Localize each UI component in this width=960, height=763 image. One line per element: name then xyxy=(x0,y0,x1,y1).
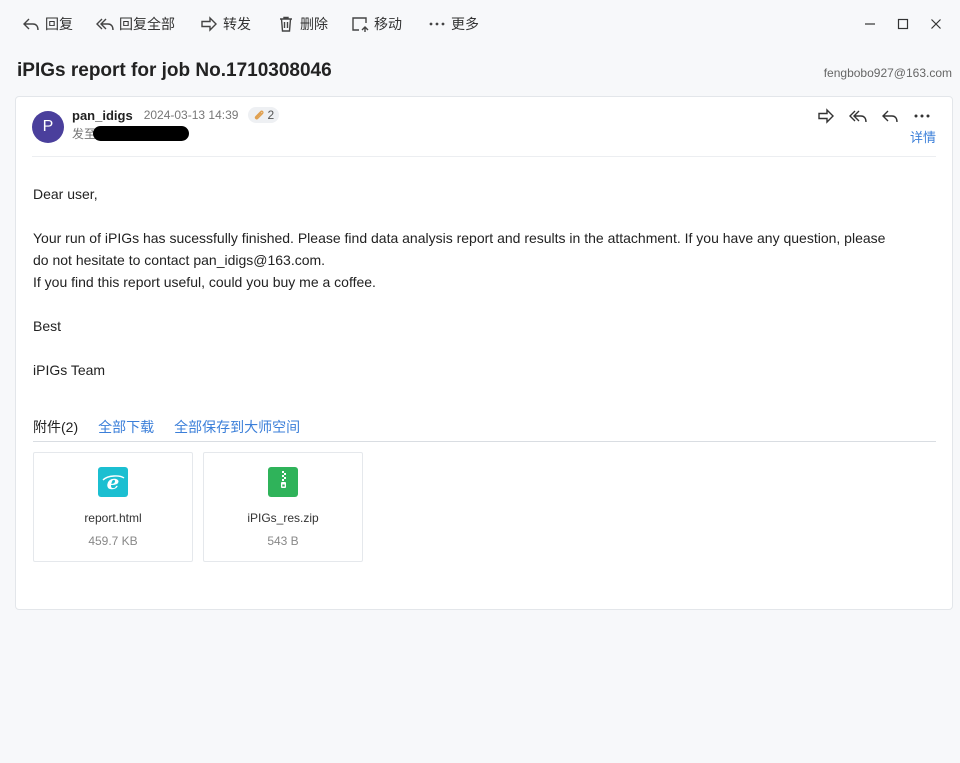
delete-button[interactable]: 删除 xyxy=(277,9,328,39)
attachment-size: 543 B xyxy=(267,534,299,548)
header-divider xyxy=(32,156,936,157)
more-dots-icon xyxy=(914,114,930,118)
move-button[interactable]: 移动 xyxy=(351,9,402,39)
reply-all-button[interactable]: 回复全部 xyxy=(96,9,175,39)
body-closing: Best xyxy=(33,318,62,334)
card-more-button[interactable] xyxy=(906,105,938,127)
reply-icon xyxy=(882,110,898,123)
card-actions xyxy=(810,105,938,127)
card-reply-all-button[interactable] xyxy=(842,105,874,127)
toolbar: 回复 回复全部 转发 删除 移动 更多 xyxy=(0,0,960,48)
trash-icon xyxy=(280,16,292,32)
forward-button[interactable]: 转发 xyxy=(200,9,251,39)
window-controls xyxy=(853,12,952,36)
recipient-row: 发至 xyxy=(72,125,190,142)
svg-text:e: e xyxy=(107,470,120,494)
card-reply-button[interactable] xyxy=(874,105,906,127)
html-file-icon: e xyxy=(98,467,128,497)
minimize-icon xyxy=(864,23,875,25)
account-address: fengbobo927@163.com xyxy=(823,66,952,80)
attachment-size: 459.7 KB xyxy=(88,534,138,548)
card-forward-button[interactable] xyxy=(810,105,842,127)
minimize-button[interactable] xyxy=(853,12,886,36)
attachment-card[interactable]: e report.html 459.7 KB xyxy=(33,452,193,562)
close-window-button[interactable] xyxy=(919,12,952,36)
body-greeting: Dear user, xyxy=(33,186,98,202)
paperclip-icon xyxy=(255,110,265,120)
attachments-bar: 附件(2) 全部下载 全部保存到大师空间 xyxy=(33,417,300,437)
more-label: 更多 xyxy=(451,16,479,32)
attachments-header: 附件(2) xyxy=(33,419,79,435)
attachment-name: iPIGs_res.zip xyxy=(247,511,319,525)
close-icon xyxy=(930,19,941,29)
sender-name[interactable]: pan_idigs xyxy=(72,108,133,123)
attachment-name: report.html xyxy=(84,511,142,525)
reply-all-icon xyxy=(849,110,867,123)
save-all-link[interactable]: 全部保存到大师空间 xyxy=(174,417,300,437)
zip-file-icon xyxy=(268,467,298,497)
email-card: P pan_idigs 2024-03-13 14:39 2 发至 详情 Dea… xyxy=(15,96,953,610)
reply-button[interactable]: 回复 xyxy=(22,9,73,39)
redacted-recipient xyxy=(93,126,190,141)
reply-icon xyxy=(23,18,39,31)
more-dots-icon xyxy=(429,22,445,26)
email-subject: iPIGs report for job No.1710308046 xyxy=(17,60,332,81)
reply-all-label: 回复全部 xyxy=(119,16,175,32)
attachment-count: 2 xyxy=(267,108,275,122)
body-paragraph: If you find this report useful, could yo… xyxy=(33,274,376,290)
maximize-button[interactable] xyxy=(886,12,919,36)
body-signature: iPIGs Team xyxy=(33,362,106,378)
reply-all-icon xyxy=(96,18,114,31)
forward-label: 转发 xyxy=(223,16,251,32)
more-button[interactable]: 更多 xyxy=(428,9,479,39)
delete-label: 删除 xyxy=(300,16,328,32)
reply-label: 回复 xyxy=(45,16,73,32)
sender-row: pan_idigs 2024-03-13 14:39 2 xyxy=(72,107,280,123)
email-body: Dear user, Your run of iPIGs has sucessf… xyxy=(33,183,903,381)
body-paragraph: Your run of iPIGs has sucessfully finish… xyxy=(33,230,886,268)
move-icon xyxy=(352,17,369,32)
move-label: 移动 xyxy=(374,16,402,32)
maximize-icon xyxy=(897,18,908,30)
avatar[interactable]: P xyxy=(32,111,64,143)
download-all-link[interactable]: 全部下载 xyxy=(98,417,154,437)
send-time: 2024-03-13 14:39 xyxy=(143,108,239,122)
attachment-card[interactable]: iPIGs_res.zip 543 B xyxy=(203,452,363,562)
attachments-divider xyxy=(33,441,936,442)
forward-icon xyxy=(201,16,217,32)
attachment-badge[interactable]: 2 xyxy=(248,107,280,123)
forward-icon xyxy=(818,108,834,124)
details-link[interactable]: 详情 xyxy=(910,127,936,146)
